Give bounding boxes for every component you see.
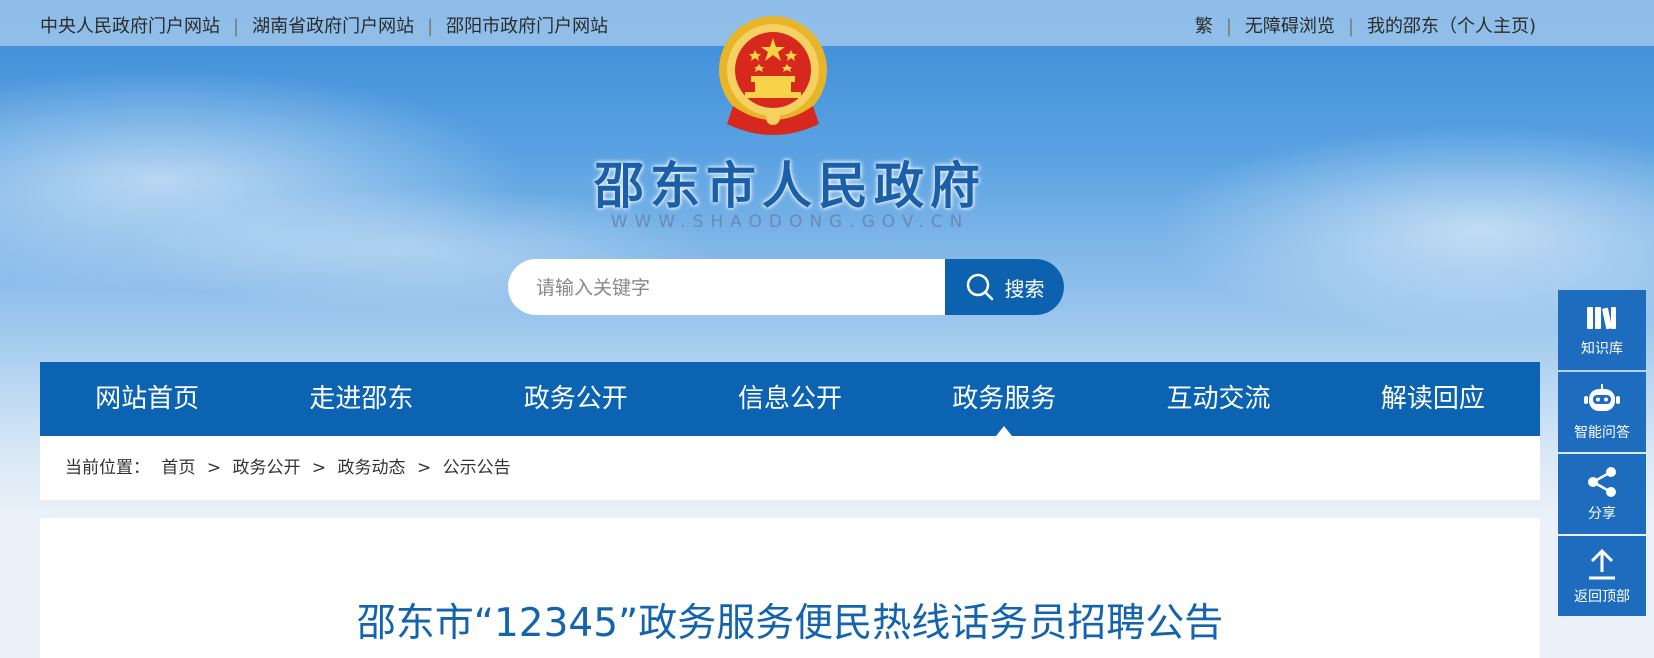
divider: |: [427, 16, 434, 37]
search-button-label: 搜索: [1004, 276, 1045, 301]
floating-sidebar: 知识库 智能问答 分享 返回顶部: [1558, 290, 1646, 618]
breadcrumb-separator: >: [311, 458, 327, 478]
topbar-right-links: 繁 | 无障碍浏览 | 我的邵东（个人主页): [1195, 12, 1536, 38]
breadcrumb-separator: >: [416, 458, 432, 478]
site-title: 邵东市人民政府: [594, 156, 986, 215]
nav-item-interpretation[interactable]: 解读回应: [1326, 362, 1540, 436]
search-bar: 搜索: [508, 259, 1064, 315]
arrow-up-icon: [1589, 548, 1615, 579]
sidebar-item-label: 智能问答: [1574, 424, 1630, 441]
sidebar-item-label: 知识库: [1581, 340, 1623, 357]
article-title: 邵东市“12345”政务服务便民热线话务员招聘公告: [356, 601, 1224, 646]
smart-qa-button[interactable]: 智能问答: [1558, 372, 1646, 452]
robot-icon: [1584, 383, 1620, 411]
link-shaoyang-gov[interactable]: 邵阳市政府门户网站: [446, 16, 608, 37]
divider: |: [1225, 16, 1232, 37]
breadcrumb-home[interactable]: 首页: [161, 458, 195, 478]
article-container: 邵东市“12345”政务服务便民热线话务员招聘公告: [40, 518, 1540, 658]
sidebar-item-label: 分享: [1588, 505, 1616, 522]
breadcrumb-label: 当前位置：: [65, 458, 150, 478]
breadcrumb-announcements[interactable]: 公示公告: [443, 458, 511, 478]
nav-item-interaction[interactable]: 互动交流: [1111, 362, 1325, 436]
breadcrumb: 当前位置： 首页 > 政务公开 > 政务动态 > 公示公告: [40, 436, 1540, 500]
search-input[interactable]: [534, 259, 938, 315]
traditional-chinese-toggle[interactable]: 繁: [1195, 16, 1213, 37]
breadcrumb-gov-affairs[interactable]: 政务公开: [232, 458, 300, 478]
personal-home-link[interactable]: 我的邵东（个人主页): [1367, 16, 1536, 37]
search-icon: [966, 273, 993, 301]
nav-item-info-disclosure[interactable]: 信息公开: [683, 362, 897, 436]
site-url: WWW.SHAODONG.GOV.CN: [610, 212, 970, 232]
breadcrumb-separator: >: [206, 458, 222, 478]
search-button[interactable]: 搜索: [945, 259, 1064, 315]
accessibility-link[interactable]: 无障碍浏览: [1245, 16, 1335, 37]
knowledge-base-button[interactable]: 知识库: [1558, 290, 1646, 370]
back-to-top-button[interactable]: 返回顶部: [1558, 536, 1646, 616]
books-icon: [1587, 306, 1616, 329]
link-hunan-gov[interactable]: 湖南省政府门户网站: [252, 16, 414, 37]
nav-item-gov-services[interactable]: 政务服务: [897, 362, 1111, 436]
main-nav: 网站首页 走进邵东 政务公开 信息公开 政务服务 互动交流 解读回应: [40, 362, 1540, 436]
nav-item-about[interactable]: 走进邵东: [254, 362, 468, 436]
divider: |: [1347, 16, 1354, 37]
national-emblem-icon: [719, 16, 827, 135]
link-central-gov[interactable]: 中央人民政府门户网站: [40, 16, 220, 37]
share-icon: [1588, 466, 1616, 497]
divider: |: [233, 16, 240, 37]
share-button[interactable]: 分享: [1558, 454, 1646, 534]
nav-item-gov-affairs[interactable]: 政务公开: [469, 362, 683, 436]
breadcrumb-gov-news[interactable]: 政务动态: [338, 458, 406, 478]
nav-item-home[interactable]: 网站首页: [40, 362, 254, 436]
sidebar-item-label: 返回顶部: [1574, 588, 1630, 605]
topbar-left-links: 中央人民政府门户网站 | 湖南省政府门户网站 | 邵阳市政府门户网站: [40, 12, 608, 38]
